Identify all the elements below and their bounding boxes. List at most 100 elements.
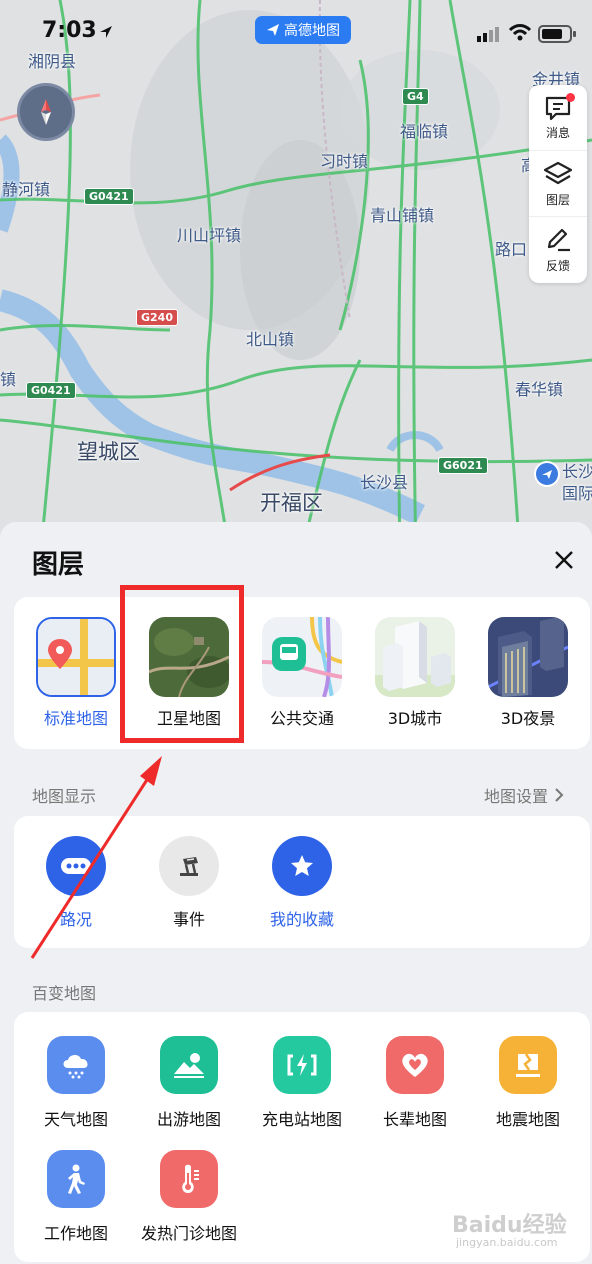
toggle-traffic[interactable]: 路况 — [36, 836, 116, 930]
charging-bolt-icon — [287, 1054, 317, 1076]
place-label: 国际 — [562, 484, 592, 503]
watermark: Baidu经验 — [452, 1213, 567, 1238]
elder-map-tile — [386, 1036, 444, 1094]
earthquake-map-tile — [499, 1036, 557, 1094]
place-label: 春华镇 — [515, 380, 564, 399]
transit-map-thumbnail — [262, 617, 342, 697]
signal-icon — [477, 27, 499, 42]
map-display-card: 路况 事件 我的收藏 — [14, 816, 590, 948]
place-label: 习时镇 — [320, 152, 369, 171]
layer-transit-label: 公共交通 — [269, 709, 334, 728]
road-shield: G0421 — [26, 382, 76, 399]
district-label: 望城区 — [77, 440, 140, 464]
fever-clinic-map-item[interactable]: 发热门诊地图 — [133, 1150, 245, 1244]
district-label: 开福区 — [260, 491, 323, 515]
map-view[interactable]: 湘阴县 金井镇 静河镇 福临镇 高 川山坪镇 习时镇 青山铺镇 路口 北山镇 镇… — [0, 0, 592, 560]
close-icon[interactable] — [551, 547, 577, 573]
battery-icon — [538, 25, 576, 43]
layer-transit[interactable]: 公共交通 — [254, 617, 350, 729]
map-display-title: 地图显示 — [32, 787, 97, 806]
fever-clinic-map-tile — [160, 1150, 218, 1208]
layers-button[interactable]: 图层 — [529, 151, 587, 217]
charging-map-item[interactable]: 充电站地图 — [246, 1036, 358, 1130]
layers-icon — [543, 161, 573, 184]
road-shield: G240 — [136, 309, 178, 326]
chevron-right-icon — [555, 788, 564, 802]
panel-title: 图层 — [32, 550, 85, 580]
status-time: 7:03 — [42, 18, 97, 43]
place-label: 福临镇 — [400, 122, 449, 141]
place-label: 长沙 — [562, 462, 592, 481]
traffic-icon — [61, 858, 91, 874]
thermometer-icon — [182, 1164, 199, 1193]
messages-button[interactable]: 消息 — [529, 85, 587, 151]
highlight-box — [120, 585, 244, 743]
weather-map-item[interactable]: 天气地图 — [20, 1036, 132, 1130]
place-label: 青山铺镇 — [370, 206, 435, 225]
messages-label: 消息 — [545, 125, 570, 140]
layer-types-card: 标准地图 卫星地图 公共交通 3D城市 3D夜景 — [14, 597, 590, 749]
favorites-toggle-circle — [272, 836, 332, 896]
travel-map-item[interactable]: 出游地图 — [133, 1036, 245, 1130]
toggle-events[interactable]: 事件 — [149, 836, 229, 930]
events-label: 事件 — [172, 910, 205, 929]
layer-standard-label: 标准地图 — [43, 709, 108, 728]
elder-map-item[interactable]: 长辈地图 — [359, 1036, 471, 1130]
charging-map-label: 充电站地图 — [261, 1110, 342, 1129]
standard-map-thumbnail — [36, 617, 116, 697]
map-tools: 消息 图层 反馈 — [529, 85, 587, 283]
notification-dot — [566, 93, 575, 102]
3d-city-thumbnail — [375, 617, 455, 697]
traffic-label: 路况 — [59, 910, 92, 929]
fever-clinic-map-label: 发热门诊地图 — [140, 1224, 237, 1243]
work-map-tile — [47, 1150, 105, 1208]
map-settings-label: 地图设置 — [484, 787, 549, 806]
work-map-item[interactable]: 工作地图 — [20, 1150, 132, 1244]
layer-standard[interactable]: 标准地图 — [28, 617, 124, 729]
cloud-rain-icon — [63, 1054, 88, 1079]
roadwork-event-icon — [180, 857, 198, 876]
map-background — [0, 0, 592, 560]
place-label: 北山镇 — [246, 330, 295, 349]
road-shield: G4 — [402, 88, 429, 105]
wifi-icon — [508, 24, 532, 41]
layer-3d-city-label: 3D城市 — [387, 709, 443, 728]
3d-night-thumbnail — [488, 617, 568, 697]
road-shield: G6021 — [438, 457, 488, 474]
mountain-sun-icon — [174, 1053, 204, 1078]
road-shield: G0421 — [84, 188, 134, 205]
compass-icon — [41, 99, 51, 125]
star-icon — [291, 855, 313, 876]
variety-maps-title: 百变地图 — [32, 984, 97, 1003]
airport-icon[interactable] — [534, 461, 560, 487]
layer-3d-city[interactable]: 3D城市 — [367, 617, 463, 729]
traffic-toggle-circle — [46, 836, 106, 896]
travel-map-label: 出游地图 — [156, 1110, 221, 1129]
earthquake-icon — [516, 1053, 540, 1077]
place-label: 路口 — [495, 240, 528, 259]
toggle-favorites[interactable]: 我的收藏 — [262, 836, 342, 930]
app-pill-label: 高德地图 — [284, 23, 340, 39]
layer-3d-night[interactable]: 3D夜景 — [480, 617, 576, 729]
feedback-label: 反馈 — [545, 259, 570, 273]
compass-button[interactable] — [17, 83, 75, 141]
earthquake-map-item[interactable]: 地震地图 — [472, 1036, 584, 1130]
app-pill[interactable]: 高德地图 — [255, 16, 351, 44]
place-label: 静河镇 — [2, 180, 51, 199]
work-map-label: 工作地图 — [43, 1224, 108, 1243]
earthquake-map-label: 地震地图 — [495, 1110, 560, 1129]
charging-map-tile — [273, 1036, 331, 1094]
elder-map-label: 长辈地图 — [382, 1110, 447, 1129]
heart-icon — [402, 1053, 428, 1077]
weather-map-label: 天气地图 — [43, 1110, 108, 1129]
layers-panel: 图层 标准地图 卫星地图 公共交通 3D城市 3D夜景 地图显示 地图设置 路况… — [0, 522, 592, 1264]
amap-logo-icon — [267, 24, 279, 36]
place-label: 川山坪镇 — [177, 226, 242, 245]
location-arrow-icon — [100, 26, 112, 38]
feedback-button[interactable]: 反馈 — [529, 217, 587, 283]
map-settings-link[interactable]: 地图设置 — [484, 783, 564, 807]
events-toggle-circle — [159, 836, 219, 896]
layer-3d-night-label: 3D夜景 — [500, 709, 556, 728]
weather-map-tile — [47, 1036, 105, 1094]
layers-label: 图层 — [545, 192, 570, 207]
